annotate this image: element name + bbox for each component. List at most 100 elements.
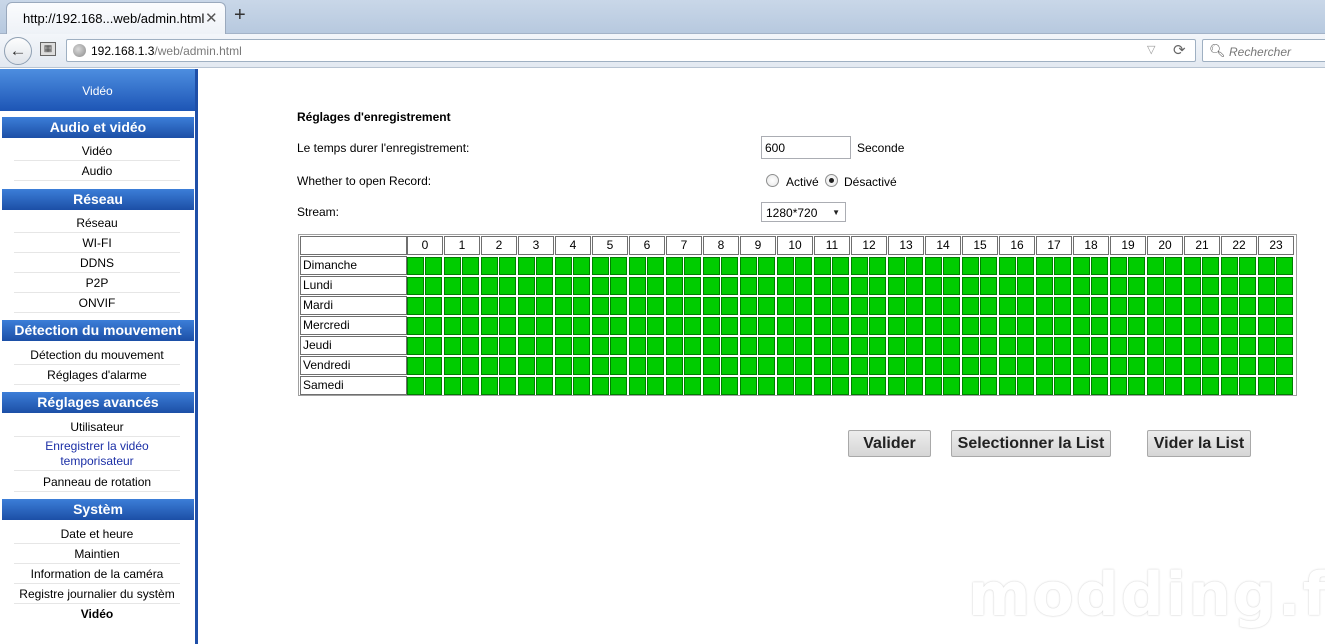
schedule-slot[interactable] — [425, 337, 442, 355]
schedule-slot[interactable] — [499, 257, 516, 275]
schedule-slot[interactable] — [943, 277, 960, 295]
schedule-slot[interactable] — [703, 297, 720, 315]
schedule-slot[interactable] — [795, 297, 812, 315]
schedule-slot[interactable] — [814, 277, 831, 295]
schedule-slot[interactable] — [1128, 357, 1145, 375]
schedule-slot[interactable] — [1276, 377, 1293, 395]
schedule-slot[interactable] — [740, 297, 757, 315]
schedule-slot[interactable] — [444, 357, 461, 375]
schedule-slot[interactable] — [851, 357, 868, 375]
day-label-6[interactable]: Samedi — [300, 376, 407, 395]
schedule-slot[interactable] — [758, 337, 775, 355]
hour-header-2[interactable]: 2 — [481, 236, 517, 255]
schedule-slot[interactable] — [777, 317, 794, 335]
schedule-slot[interactable] — [1258, 337, 1275, 355]
schedule-slot[interactable] — [869, 377, 886, 395]
hour-header-10[interactable]: 10 — [777, 236, 813, 255]
schedule-slot[interactable] — [1239, 277, 1256, 295]
hour-header-12[interactable]: 12 — [851, 236, 887, 255]
schedule-slot[interactable] — [777, 277, 794, 295]
schedule-slot[interactable] — [888, 317, 905, 335]
day-label-5[interactable]: Vendredi — [300, 356, 407, 375]
schedule-slot[interactable] — [610, 377, 627, 395]
schedule-slot[interactable] — [1165, 337, 1182, 355]
dropdown-icon[interactable]: ▽ — [1147, 43, 1155, 56]
schedule-slot[interactable] — [1239, 377, 1256, 395]
schedule-slot[interactable] — [943, 337, 960, 355]
hour-header-13[interactable]: 13 — [888, 236, 924, 255]
schedule-slot[interactable] — [906, 377, 923, 395]
schedule-slot[interactable] — [1036, 317, 1053, 335]
schedule-slot[interactable] — [684, 297, 701, 315]
schedule-slot[interactable] — [721, 357, 738, 375]
schedule-slot[interactable] — [721, 337, 738, 355]
schedule-slot[interactable] — [1073, 297, 1090, 315]
sidebar-item-user[interactable]: Utilisateur — [14, 417, 180, 437]
schedule-slot[interactable] — [407, 277, 424, 295]
schedule-slot[interactable] — [1221, 297, 1238, 315]
schedule-slot[interactable] — [1184, 297, 1201, 315]
schedule-slot[interactable] — [610, 317, 627, 335]
schedule-slot[interactable] — [425, 297, 442, 315]
schedule-slot[interactable] — [777, 377, 794, 395]
schedule-slot[interactable] — [1184, 357, 1201, 375]
schedule-slot[interactable] — [1258, 377, 1275, 395]
schedule-slot[interactable] — [1258, 297, 1275, 315]
schedule-slot[interactable] — [666, 357, 683, 375]
schedule-slot[interactable] — [703, 357, 720, 375]
schedule-slot[interactable] — [481, 257, 498, 275]
schedule-slot[interactable] — [1221, 277, 1238, 295]
schedule-slot[interactable] — [1184, 257, 1201, 275]
schedule-slot[interactable] — [1165, 317, 1182, 335]
schedule-slot[interactable] — [536, 377, 553, 395]
schedule-slot[interactable] — [777, 337, 794, 355]
schedule-slot[interactable] — [1017, 337, 1034, 355]
schedule-slot[interactable] — [1091, 297, 1108, 315]
schedule-slot[interactable] — [1258, 277, 1275, 295]
schedule-slot[interactable] — [1165, 357, 1182, 375]
schedule-slot[interactable] — [1276, 317, 1293, 335]
schedule-slot[interactable] — [1147, 337, 1164, 355]
schedule-slot[interactable] — [573, 257, 590, 275]
schedule-slot[interactable] — [573, 317, 590, 335]
schedule-slot[interactable] — [555, 337, 572, 355]
schedule-slot[interactable] — [1110, 337, 1127, 355]
schedule-slot[interactable] — [499, 297, 516, 315]
schedule-slot[interactable] — [610, 257, 627, 275]
sidebar-item-video[interactable]: Vidéo — [14, 141, 180, 161]
schedule-slot[interactable] — [777, 357, 794, 375]
schedule-slot[interactable] — [888, 357, 905, 375]
schedule-slot[interactable] — [980, 297, 997, 315]
schedule-slot[interactable] — [1073, 257, 1090, 275]
schedule-slot[interactable] — [573, 297, 590, 315]
day-label-2[interactable]: Mardi — [300, 296, 407, 315]
schedule-slot[interactable] — [610, 277, 627, 295]
schedule-slot[interactable] — [647, 377, 664, 395]
schedule-slot[interactable] — [962, 297, 979, 315]
schedule-slot[interactable] — [980, 277, 997, 295]
schedule-slot[interactable] — [1036, 257, 1053, 275]
schedule-slot[interactable] — [1239, 317, 1256, 335]
schedule-slot[interactable] — [666, 377, 683, 395]
schedule-slot[interactable] — [592, 317, 609, 335]
schedule-slot[interactable] — [1036, 337, 1053, 355]
schedule-slot[interactable] — [703, 337, 720, 355]
hour-header-3[interactable]: 3 — [518, 236, 554, 255]
schedule-slot[interactable] — [1017, 297, 1034, 315]
schedule-slot[interactable] — [536, 317, 553, 335]
schedule-slot[interactable] — [444, 317, 461, 335]
schedule-slot[interactable] — [814, 337, 831, 355]
schedule-slot[interactable] — [832, 317, 849, 335]
schedule-slot[interactable] — [1110, 317, 1127, 335]
sidebar-item-camera-info[interactable]: Information de la caméra — [14, 564, 180, 584]
schedule-slot[interactable] — [943, 257, 960, 275]
schedule-slot[interactable] — [1091, 257, 1108, 275]
schedule-slot[interactable] — [684, 357, 701, 375]
clear-list-button[interactable]: Vider la List — [1147, 430, 1251, 457]
schedule-slot[interactable] — [647, 257, 664, 275]
schedule-slot[interactable] — [962, 257, 979, 275]
schedule-slot[interactable] — [555, 297, 572, 315]
schedule-slot[interactable] — [869, 257, 886, 275]
schedule-slot[interactable] — [684, 257, 701, 275]
schedule-slot[interactable] — [555, 377, 572, 395]
